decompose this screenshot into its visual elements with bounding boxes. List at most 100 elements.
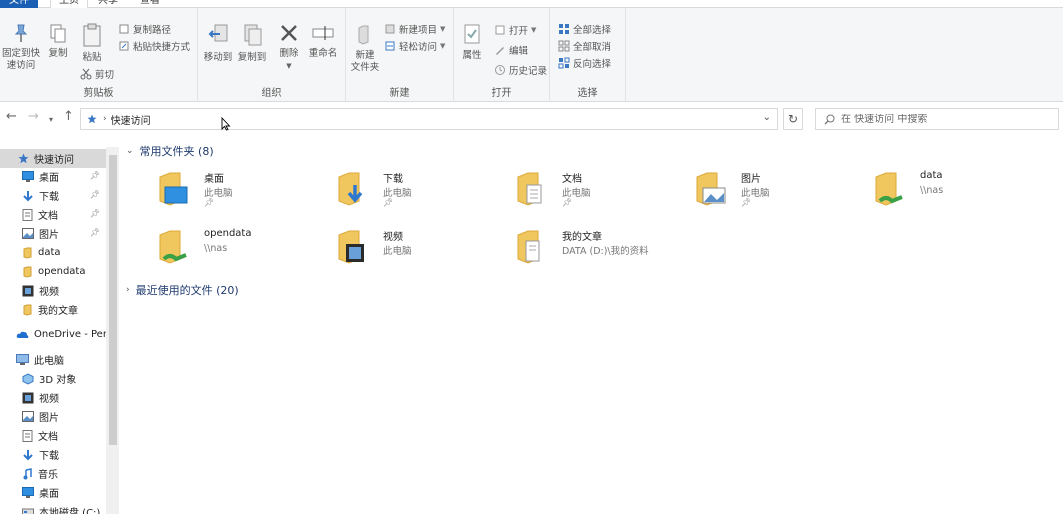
nav-pane-scrollbar-thumb[interactable] [109,155,117,445]
pin-quick-access-button[interactable]: 固定到快 速访问 [2,22,40,72]
move-to-button[interactable]: 移动到 [202,22,234,64]
nav-item-label: 视频 [39,287,59,298]
articles-folder-icon [517,230,540,264]
folder-tile-data[interactable]: data \\nas [850,167,1026,211]
nav-item-label: 文档 [38,211,58,222]
history-button[interactable]: 历史记录 [494,62,547,78]
nav-item-label: opendata [38,266,86,277]
select-none-icon [558,40,570,52]
nav-item-desktop[interactable]: 桌面 📌︎ [0,167,106,186]
breadcrumb-separator-icon[interactable]: › [103,114,107,124]
recent-files-header[interactable]: › 最近使用的文件 (20) [126,282,239,298]
nav-item-data[interactable]: data [0,243,106,262]
videos-folder-icon [338,230,364,264]
nav-item-label: 3D 对象 [39,375,77,386]
nav-pc-local-disk-c[interactable]: 本地磁盘 (C:) [0,502,106,514]
back-arrow-icon[interactable]: ← [6,110,17,124]
nav-item-downloads[interactable]: 下载 📌︎ [0,186,106,205]
nav-onedrive[interactable]: OneDrive - Perso [0,325,106,344]
address-dropdown-icon[interactable]: ⌄ [763,112,771,123]
nav-this-pc-label: 此电脑 [34,356,64,367]
nav-pc-downloads[interactable]: 下载 [0,445,106,464]
edit-label: 编辑 [509,46,529,57]
refresh-icon[interactable]: ↻ [783,108,803,130]
folder-tile-videos[interactable]: 视频 此电脑 [313,225,489,269]
folder-tile-pictures[interactable]: 图片 此电脑 📌︎ [671,167,847,211]
open-button[interactable]: 打开 ▼ [494,22,536,38]
folder-tile-downloads[interactable]: 下载 此电脑 📌︎ [313,167,489,211]
recent-locations-chevron-icon[interactable]: ▾ [49,113,53,127]
nav-pc-videos[interactable]: 视频 [0,388,106,407]
cut-button[interactable]: 剪切 [80,66,114,82]
folder-tile-documents[interactable]: 文档 此电脑 📌︎ [492,167,668,211]
nav-item-label: data [38,247,61,258]
nav-pc-pictures[interactable]: 图片 [0,407,106,426]
new-item-button[interactable]: 新建项目 ▼ [384,21,445,37]
folder-tile-opendata[interactable]: opendata \\nas [134,225,310,269]
nav-pc-documents[interactable]: 文档 [0,426,106,445]
tab-view[interactable]: 查看 [132,0,168,8]
breadcrumb-quick-access[interactable]: 快速访问 [111,112,151,127]
edit-button[interactable]: 编辑 [494,42,528,58]
properties-button[interactable]: 属性 [458,22,486,62]
nav-item-label: 视频 [39,394,59,405]
folder-location: \\nas [204,243,228,254]
tab-home[interactable]: 主页 [50,0,88,8]
frequent-folders-header[interactable]: ⌄ 常用文件夹 (8) [126,143,214,159]
paste-shortcut-button[interactable]: 粘贴快捷方式 [118,38,190,54]
folder-name: data [920,170,943,181]
rename-button[interactable]: 重命名 [306,22,340,60]
nav-item-videos[interactable]: 视频 [0,281,106,300]
select-all-button[interactable]: 全部选择 [558,21,611,37]
address-bar[interactable]: › 快速访问 ⌄ [80,108,778,130]
nav-item-my-articles[interactable]: 我的文章 [0,300,106,319]
search-box[interactable] [815,108,1059,130]
nav-item-opendata[interactable]: opendata [0,262,106,281]
nav-quick-access[interactable]: 快速访问 [0,149,106,168]
easy-access-label: 轻松访问 [399,42,438,53]
select-none-button[interactable]: 全部取消 [558,38,611,54]
copy-button[interactable]: 复制 [44,22,72,60]
nav-this-pc[interactable]: 此电脑 [0,350,106,369]
folder-location: 此电脑 [383,188,412,199]
drive-icon [22,508,34,514]
invert-selection-button[interactable]: 反向选择 [558,55,611,71]
search-input[interactable] [841,113,1041,125]
folder-tile-my-articles[interactable]: 我的文章 DATA (D:)\我的资料 [492,225,668,269]
copy-to-button[interactable]: 复制到 [236,22,268,64]
select-none-label: 全部取消 [573,42,612,53]
nav-pc-desktop[interactable]: 桌面 [0,483,106,502]
up-arrow-icon[interactable]: ↑ [63,110,74,124]
tab-file[interactable]: 文件 [0,0,38,8]
new-folder-button[interactable]: 新建 文件夹 [348,22,382,74]
new-folder-icon [358,25,369,45]
recent-files-title: 最近使用的文件 (20) [135,284,239,297]
open-group-label: 打开 [491,88,512,99]
delete-dropdown-icon[interactable]: ▼ [276,60,302,72]
quick-access-star-icon [18,153,29,164]
paste-shortcut-icon [119,41,129,51]
new-item-label: 新建项目 [399,25,438,36]
nav-pane-scrollbar[interactable] [106,147,119,514]
folder-name: 我的文章 [562,232,602,243]
nav-pc-3d-objects[interactable]: 3D 对象 [0,369,106,388]
video-icon [22,392,34,403]
copy-path-icon [119,24,129,34]
delete-button[interactable]: 删除 ▼ [276,22,302,72]
select-all-label: 全部选择 [573,25,612,36]
easy-access-button[interactable]: 轻松访问 ▼ [384,38,445,54]
forward-arrow-icon[interactable]: → [28,110,39,124]
open-label: 打开 [509,26,529,37]
folder-location: 此电脑 [741,188,770,199]
folder-tile-desktop[interactable]: 桌面 此电脑 📌︎ [134,167,310,211]
history-icon [495,65,505,75]
tab-share[interactable]: 共享 [90,0,126,8]
nav-pc-music[interactable]: 音乐 [0,464,106,483]
nav-item-documents[interactable]: 文档 📌︎ [0,205,106,224]
content-area: ⌄ 常用文件夹 (8) 桌面 此电脑 📌︎ 下载 此电脑 📌︎ 文档 此电脑 📌… [120,143,1063,514]
copy-path-button[interactable]: 复制路径 [118,21,171,37]
easy-access-caret-icon: ▼ [440,42,446,50]
nav-item-pictures[interactable]: 图片 📌︎ [0,224,106,243]
organize-group-label: 组织 [261,88,282,99]
paste-button[interactable]: 粘贴 [78,22,106,64]
